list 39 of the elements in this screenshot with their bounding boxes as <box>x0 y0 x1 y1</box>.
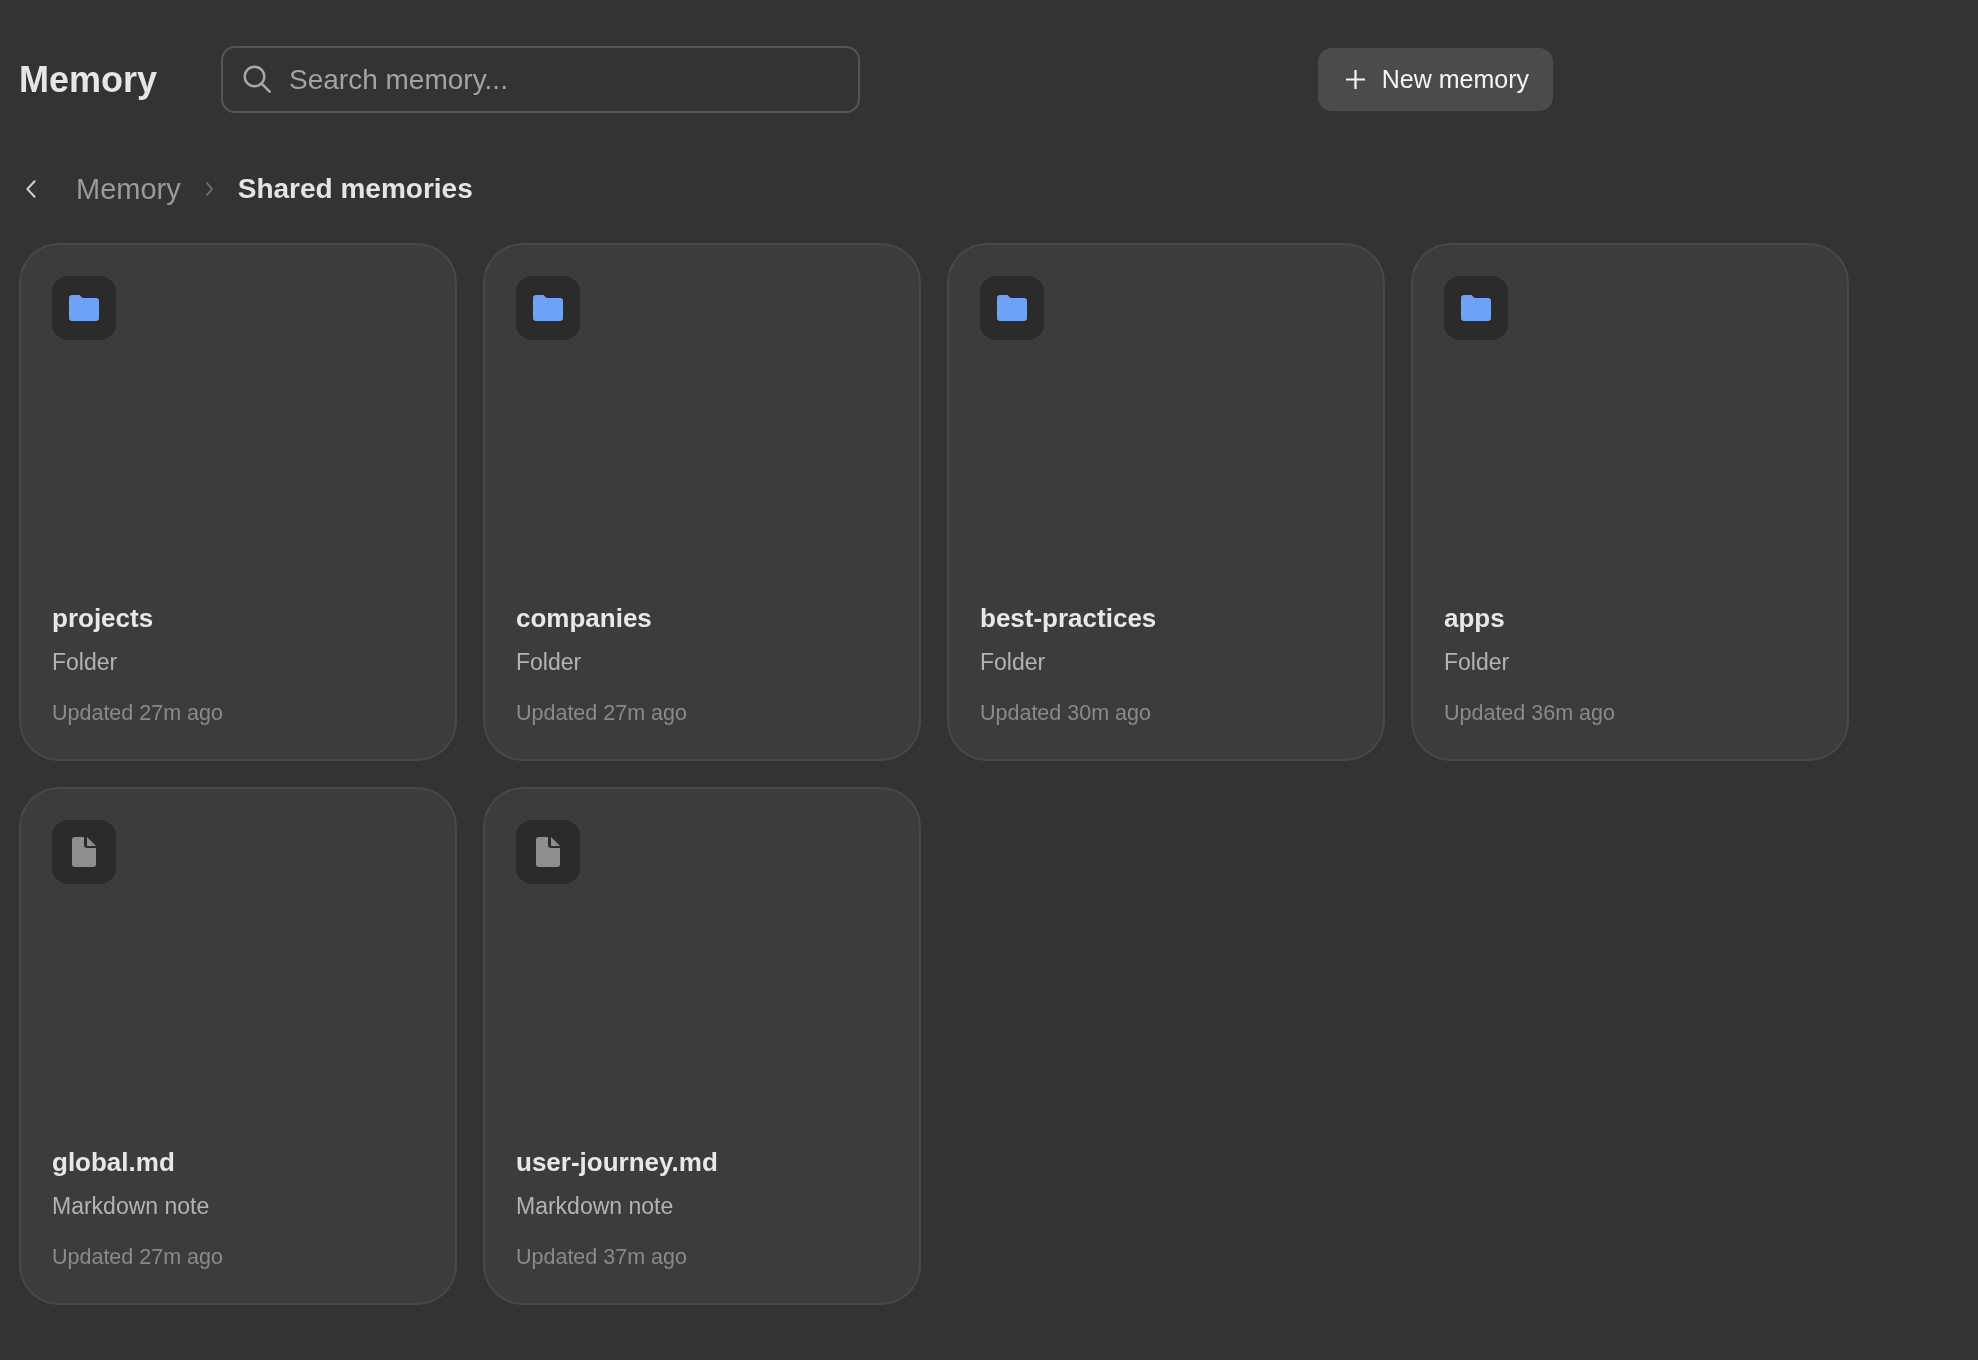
item-type: Folder <box>980 648 1046 676</box>
breadcrumb-link[interactable]: Memory <box>76 172 181 206</box>
chevron-right-icon <box>205 182 213 196</box>
back-icon[interactable] <box>26 180 36 198</box>
item-type: Markdown note <box>516 1192 674 1220</box>
updated-time: Updated 27m ago <box>516 700 687 726</box>
memory-card[interactable]: best-practices Folder Updated 30m ago <box>947 243 1385 761</box>
folder-icon <box>980 276 1044 340</box>
page-title: Memory <box>19 57 158 102</box>
item-name: user-journey.md <box>516 1146 718 1178</box>
item-name: global.md <box>52 1146 175 1178</box>
folder-icon <box>1444 276 1508 340</box>
item-name: companies <box>516 602 652 634</box>
item-name: best-practices <box>980 602 1157 634</box>
folder-icon <box>52 276 116 340</box>
updated-time: Updated 37m ago <box>516 1244 687 1270</box>
item-name: apps <box>1444 602 1505 634</box>
item-name: projects <box>52 602 154 634</box>
memory-card[interactable]: global.md Markdown note Updated 27m ago <box>19 787 457 1305</box>
breadcrumb-current: Shared memories <box>237 173 473 205</box>
memory-card[interactable]: apps Folder Updated 36m ago <box>1411 243 1849 761</box>
memory-card[interactable]: companies Folder Updated 27m ago <box>483 243 921 761</box>
plus-icon <box>1345 70 1365 89</box>
updated-time: Updated 27m ago <box>52 700 223 726</box>
item-type: Folder <box>52 648 118 676</box>
document-icon <box>516 820 580 884</box>
search-icon <box>243 65 272 93</box>
memory-card[interactable]: projects Folder Updated 27m ago <box>19 243 457 761</box>
new-memory-button[interactable]: New memory <box>1317 48 1553 111</box>
updated-time: Updated 30m ago <box>980 700 1151 726</box>
memory-card[interactable]: user-journey.md Markdown note Updated 37m ago <box>483 787 921 1305</box>
folder-icon <box>516 276 580 340</box>
item-type: Folder <box>516 648 582 676</box>
document-icon <box>52 820 116 884</box>
updated-time: Updated 27m ago <box>52 1244 223 1270</box>
item-type: Folder <box>1444 648 1510 676</box>
search-field[interactable]: Search memory... <box>221 46 861 113</box>
item-type: Markdown note <box>52 1192 210 1220</box>
updated-time: Updated 36m ago <box>1444 700 1615 726</box>
